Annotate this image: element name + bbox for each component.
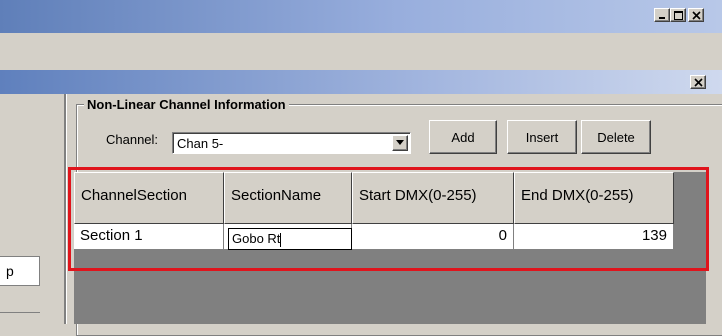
minimize-icon (659, 17, 665, 19)
splitter[interactable] (64, 94, 67, 324)
menu-strip (0, 33, 722, 67)
left-list-divider (0, 312, 40, 313)
section-name-edit-text: Gobo Rt (232, 231, 281, 246)
text-caret (280, 232, 282, 247)
minimize-button[interactable] (654, 8, 670, 22)
close-icon (691, 10, 701, 20)
main-title-bar[interactable] (0, 0, 722, 33)
table-cell-start-dmx[interactable]: 0 (352, 224, 514, 250)
column-header-label: SectionName (231, 187, 322, 204)
column-header-label: Start DMX(0-255) (359, 187, 477, 204)
left-list-header-text: p (6, 263, 14, 279)
column-header-label: ChannelSection (81, 187, 187, 204)
sections-grid[interactable]: ChannelSection SectionName Start DMX(0-2… (74, 172, 706, 324)
insert-button-label: Insert (525, 129, 559, 145)
delete-button-label: Delete (597, 129, 635, 145)
left-panel (0, 94, 64, 324)
channel-label: Channel: (106, 132, 159, 147)
left-list-header[interactable]: p (0, 256, 40, 286)
add-button[interactable]: Add (429, 120, 497, 154)
chevron-down-icon (396, 140, 404, 145)
section-name-edit-field[interactable]: Gobo Rt (228, 228, 352, 250)
column-header-channel-section[interactable]: ChannelSection (74, 172, 224, 224)
maximize-icon (673, 10, 683, 20)
child-close-button[interactable] (690, 75, 706, 89)
maximize-button[interactable] (670, 8, 686, 22)
channel-select[interactable]: Chan 5- (172, 132, 411, 154)
insert-button[interactable]: Insert (507, 120, 577, 154)
column-header-end-dmx[interactable]: End DMX(0-255) (514, 172, 674, 224)
column-header-label: End DMX(0-255) (521, 187, 634, 204)
delete-button[interactable]: Delete (581, 120, 651, 154)
channel-dropdown-button[interactable] (392, 135, 408, 151)
table-cell-end-dmx[interactable]: 139 (514, 224, 674, 250)
close-icon (693, 77, 703, 87)
table-cell-channel-section[interactable]: Section 1 (74, 224, 224, 250)
add-button-label: Add (451, 129, 475, 145)
column-header-section-name[interactable]: SectionName (224, 172, 352, 224)
child-title-bar[interactable] (0, 70, 722, 94)
close-button[interactable] (688, 8, 704, 22)
channel-select-value: Chan 5- (177, 136, 224, 151)
groupbox-title: Non-Linear Channel Information (84, 97, 289, 112)
column-header-start-dmx[interactable]: Start DMX(0-255) (352, 172, 514, 224)
